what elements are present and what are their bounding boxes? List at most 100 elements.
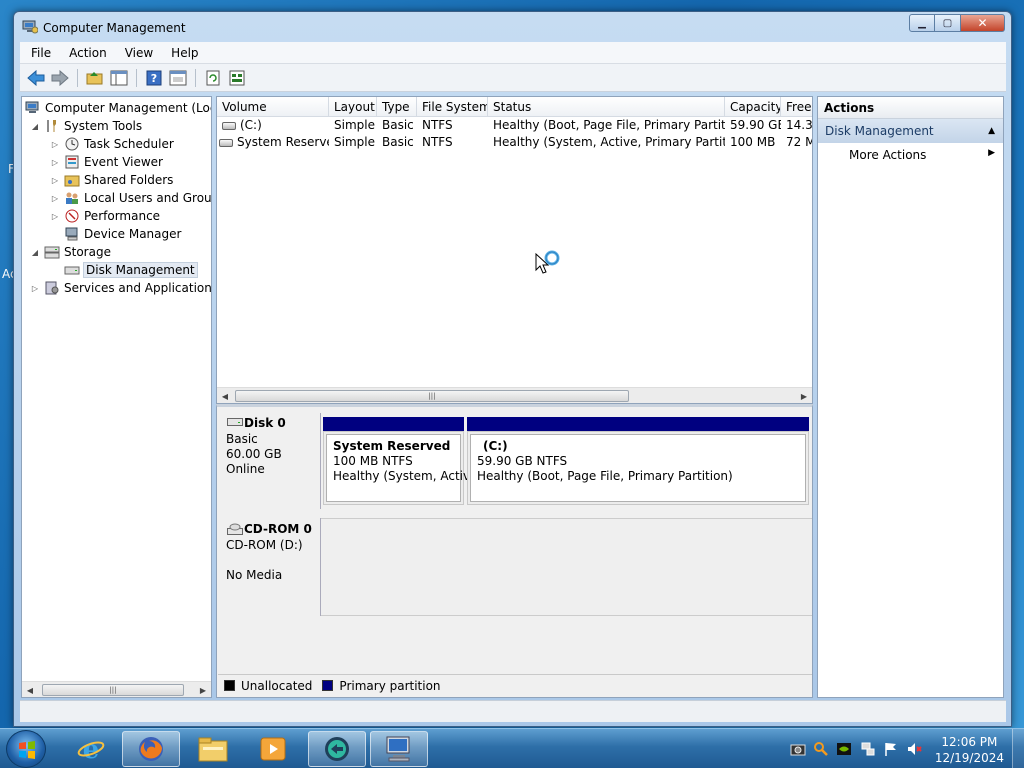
collapse-up-icon[interactable]: ▲ (988, 119, 995, 143)
up-button[interactable] (85, 68, 105, 88)
console-tree[interactable]: Computer Management (Local ◢ System Tool… (21, 96, 212, 698)
tree-item-local-users[interactable]: ▷ Local Users and Groups (50, 189, 212, 207)
show-desktop-button[interactable] (1012, 729, 1024, 768)
collapse-arrow-icon[interactable]: ◢ (30, 122, 40, 131)
column-volume[interactable]: Volume (217, 97, 329, 117)
menu-file[interactable]: File (20, 46, 58, 60)
partition-status: Healthy (Boot, Page File, Primary Partit… (477, 469, 733, 483)
menu-help[interactable]: Help (160, 46, 205, 60)
taskbar-file-explorer[interactable] (184, 731, 242, 767)
clock[interactable]: 12:06 PM 12/19/2024 (935, 734, 1004, 766)
properties-button[interactable] (168, 68, 188, 88)
expand-arrow-icon[interactable]: ▷ (50, 176, 60, 185)
column-free[interactable]: Free (781, 97, 812, 117)
volume-list[interactable]: Volume Layout Type File System Status Ca… (216, 96, 813, 404)
tree-item-shared-folders[interactable]: ▷ Shared Folders (50, 171, 173, 189)
menu-view[interactable]: View (114, 46, 160, 60)
maximize-button[interactable]: ▢ (935, 14, 961, 32)
forward-button[interactable] (50, 68, 70, 88)
scroll-right-icon[interactable]: ▶ (796, 388, 812, 403)
column-layout[interactable]: Layout (329, 97, 377, 117)
expand-arrow-icon[interactable]: ▷ (50, 212, 60, 221)
tree-item-task-scheduler[interactable]: ▷ Task Scheduler (50, 135, 174, 153)
menu-action[interactable]: Action (58, 46, 114, 60)
start-button[interactable] (6, 730, 46, 768)
tree-item-system-tools[interactable]: ◢ System Tools (30, 117, 142, 135)
cell-status: Healthy (System, Active, Primary Partiti… (493, 135, 725, 149)
disk-graphical-view[interactable]: Disk 0 Basic 60.00 GB Online System Rese… (216, 404, 813, 698)
legend: Unallocated Primary partition (218, 674, 812, 696)
tree-item-services[interactable]: ▷ Services and Applications (30, 279, 211, 297)
camera-icon[interactable] (790, 741, 806, 757)
disk-0-info[interactable]: Disk 0 Basic 60.00 GB Online (218, 413, 321, 509)
taskbar-teamviewer[interactable] (308, 731, 366, 767)
expand-arrow-icon[interactable]: ▷ (50, 194, 60, 203)
tree-label: Disk Management (83, 262, 198, 278)
drive-icon (222, 121, 236, 130)
submenu-arrow-icon[interactable]: ▶ (988, 148, 995, 158)
toolbar: ? (20, 64, 1006, 92)
taskbar-computer-management[interactable] (370, 731, 428, 767)
cell-free: 14.3 (786, 118, 813, 132)
help-button[interactable]: ? (144, 68, 164, 88)
status-bar (20, 700, 1006, 722)
close-button[interactable]: ✕ (961, 14, 1005, 32)
nvidia-icon[interactable] (836, 741, 852, 757)
expand-arrow-icon[interactable]: ▷ (50, 158, 60, 167)
back-button[interactable] (26, 68, 46, 88)
tree-item-disk-management[interactable]: Disk Management (50, 261, 198, 279)
taskbar-internet-explorer[interactable]: e (62, 731, 120, 767)
tree-item-performance[interactable]: ▷ Performance (50, 207, 160, 225)
refresh-button[interactable] (203, 68, 223, 88)
actions-header: Actions (818, 97, 1003, 119)
expand-arrow-icon[interactable]: ▷ (30, 284, 40, 293)
column-file-system[interactable]: File System (417, 97, 488, 117)
column-type[interactable]: Type (377, 97, 417, 117)
cell-volume: (C:) (217, 117, 329, 134)
table-row[interactable]: (C:) Simple Basic NTFS Healthy (Boot, Pa… (217, 117, 812, 134)
tree-label: Local Users and Groups (84, 191, 212, 205)
scroll-left-icon[interactable]: ◀ (22, 682, 38, 697)
scroll-thumb[interactable]: ||| (235, 390, 629, 402)
tree-horizontal-scrollbar[interactable]: ◀ ||| ▶ (22, 681, 211, 697)
taskbar-media-player[interactable] (244, 731, 302, 767)
show-hide-tree-button[interactable] (109, 68, 129, 88)
cdrom-0-media-area (321, 518, 812, 616)
network-icon[interactable] (860, 741, 876, 757)
scroll-right-icon[interactable]: ▶ (195, 682, 211, 697)
minimize-icon: ▁ (918, 17, 926, 29)
legend-primary: Primary partition (339, 678, 441, 693)
collapse-arrow-icon[interactable]: ◢ (30, 248, 40, 257)
column-status[interactable]: Status (488, 97, 725, 117)
column-capacity[interactable]: Capacity (725, 97, 781, 117)
clock-date: 12/19/2024 (934, 751, 1004, 765)
tree-label: Computer Management (Local (45, 101, 212, 115)
search-icon[interactable] (813, 741, 829, 757)
actions-section-disk-management[interactable]: Disk Management ▲ (818, 119, 1003, 143)
minimize-button[interactable]: ▁ (909, 14, 935, 32)
partition-c[interactable]: (C:) 59.90 GB NTFS Healthy (Boot, Page F… (467, 431, 809, 505)
tree-item-device-manager[interactable]: Device Manager (50, 225, 181, 243)
tree-item-computer-management[interactable]: Computer Management (Local (25, 99, 212, 117)
taskbar-firefox[interactable] (122, 731, 180, 767)
volume-horizontal-scrollbar[interactable]: ◀ ||| ▶ (217, 387, 812, 403)
title-bar[interactable]: Computer Management ▁ ▢ ✕ (14, 12, 1011, 42)
busy-cursor-icon (535, 250, 560, 274)
partition-bar-system-reserved (323, 417, 464, 431)
scroll-left-icon[interactable]: ◀ (217, 388, 233, 403)
more-actions-link[interactable]: More Actions (849, 148, 926, 162)
tree-item-storage[interactable]: ◢ Storage (30, 243, 111, 261)
cdrom-0-info[interactable]: CD-ROM 0 CD-ROM (D:) No Media (218, 518, 321, 616)
performance-icon (65, 209, 79, 223)
partition-system-reserved[interactable]: System Reserved 100 MB NTFS Healthy (Sys… (323, 431, 481, 505)
storage-icon (44, 246, 60, 259)
disk-icon (227, 418, 243, 426)
scroll-thumb[interactable]: ||| (42, 684, 184, 696)
system-tray: 12:06 PM 12/19/2024 (784, 729, 1024, 768)
export-list-button[interactable] (227, 68, 247, 88)
expand-arrow-icon[interactable]: ▷ (50, 140, 60, 149)
table-row[interactable]: System Reserved Simple Basic NTFS Health… (217, 134, 812, 151)
action-center-flag-icon[interactable] (883, 741, 899, 757)
volume-muted-icon[interactable] (906, 741, 922, 757)
tree-item-event-viewer[interactable]: ▷ Event Viewer (50, 153, 163, 171)
